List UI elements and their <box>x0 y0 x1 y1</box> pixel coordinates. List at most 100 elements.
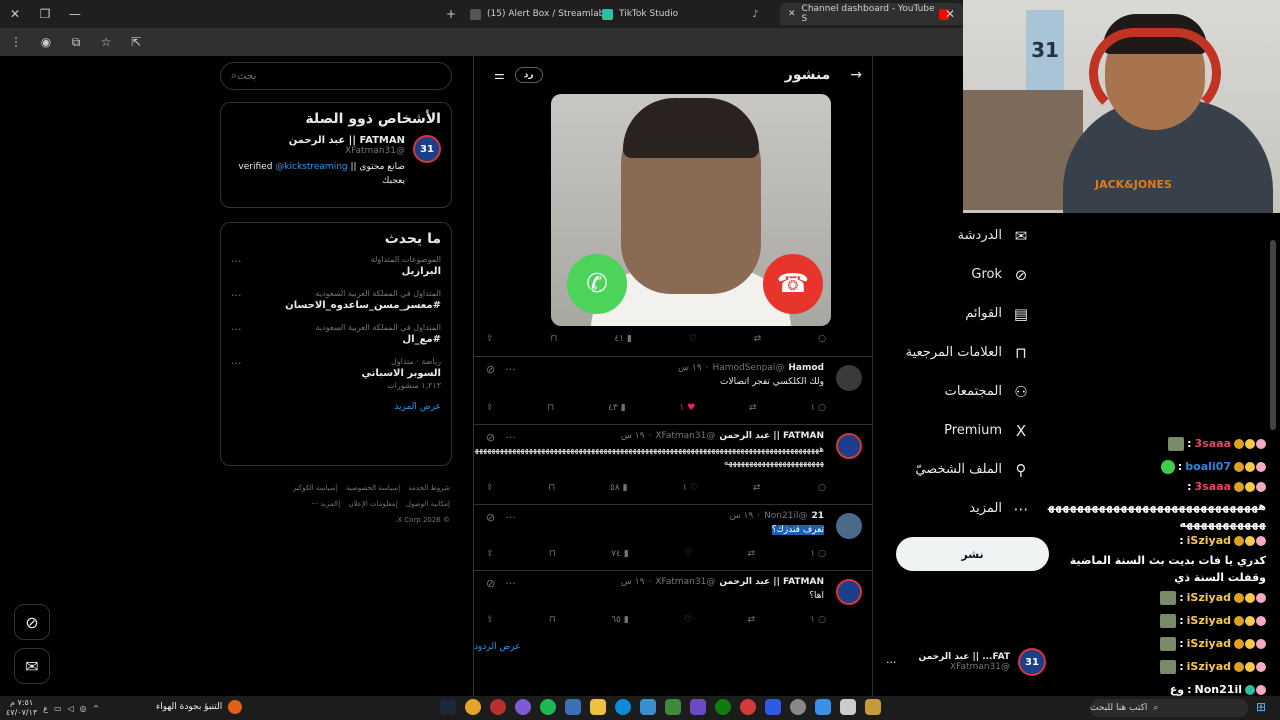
avatar[interactable]: 31 <box>1018 648 1046 676</box>
reply-post[interactable]: FATMAN || عبد الرحمن @XFatman31 · ١٩ س ه… <box>474 424 872 504</box>
xbox-icon[interactable] <box>715 699 731 715</box>
views-icon[interactable]: ▮ ٤١ <box>614 334 632 344</box>
obs-icon[interactable] <box>490 699 506 715</box>
network-icon[interactable]: ◎ <box>80 704 87 713</box>
nav-grok[interactable]: ⊘ Grok <box>900 255 1050 294</box>
windows-start-icon[interactable]: ⊞ <box>1256 700 1272 716</box>
star-icon[interactable]: ☆ <box>98 35 114 49</box>
reply-icon[interactable]: ○ ١ <box>810 549 826 559</box>
app-icon[interactable] <box>815 699 831 715</box>
tab-streamlabs[interactable]: (15) Alert Box / Streamlabs <box>470 3 609 25</box>
edge-icon[interactable] <box>615 699 631 715</box>
system-tray[interactable]: ٧:٥١ م ٤٧/٠٧/١٣ ع ▭ ◁ ◎ ^ <box>6 696 99 720</box>
scrollbar[interactable] <box>1270 240 1276 430</box>
settings-icon[interactable] <box>790 699 806 715</box>
retweet-icon[interactable]: ⇄ <box>754 334 762 344</box>
app-icon[interactable] <box>515 699 531 715</box>
more-icon[interactable]: ··· <box>886 656 897 669</box>
clock-date[interactable]: ٤٧/٠٧/١٣ <box>6 708 37 718</box>
trend-item[interactable]: رياضة · متداول السوبر الاسباني ١,٢١٣ منش… <box>231 357 441 390</box>
related-person[interactable]: 31 FATMAN || عبد الرحمن @XFatman31 صانع … <box>231 135 441 188</box>
person-name[interactable]: FATMAN || عبد الرحمن <box>238 135 405 146</box>
app-icon[interactable] <box>690 699 706 715</box>
bookmark-icon[interactable]: ⊓ <box>547 403 554 413</box>
grok-icon[interactable]: ⊘ <box>486 511 495 524</box>
nav-lists[interactable]: ▤ القوائم <box>900 294 1050 333</box>
tab-tiktok[interactable]: TikTok Studio ♪ <box>602 3 759 25</box>
close-tab-icon[interactable]: ✕ <box>788 9 796 19</box>
chrome-icon[interactable] <box>465 699 481 715</box>
retweet-icon[interactable]: ⇄ <box>747 615 755 625</box>
account-switcher[interactable]: 31 FAT... || عبد الرحمن @XFatman31 ··· <box>886 648 1046 676</box>
battery-icon[interactable]: ▭ <box>54 704 62 713</box>
reply-icon[interactable]: ○ ١ <box>810 615 826 625</box>
nav-chat[interactable]: ✉ الدردشة <box>900 216 1050 255</box>
post-image[interactable]: ✆ ☎ <box>551 94 831 326</box>
retweet-icon[interactable]: ⇄ <box>749 403 757 413</box>
share-icon[interactable]: ⇪ <box>486 615 494 625</box>
like-icon[interactable]: ♡ <box>684 615 692 625</box>
app-icon[interactable] <box>740 699 756 715</box>
files-icon[interactable] <box>840 699 856 715</box>
avatar[interactable]: 31 <box>413 135 441 163</box>
bookmark-icon[interactable]: ⊓ <box>550 334 557 344</box>
weather-widget[interactable]: التنبؤ بجودة الهواء <box>156 700 243 714</box>
share-icon[interactable]: ⇪ <box>486 483 494 493</box>
grok-icon[interactable]: ⊘ <box>486 431 495 444</box>
reply-button[interactable]: رد <box>514 67 543 83</box>
reply-icon[interactable]: ○ <box>818 334 826 344</box>
bookmark-icon[interactable]: ⊓ <box>549 615 556 625</box>
reply-post[interactable]: FATMAN || عبد الرحمن @XFatman31 · ١٩ س ا… <box>474 570 872 638</box>
spotify-icon[interactable] <box>540 699 556 715</box>
reply-icon[interactable]: ○ <box>815 483 826 493</box>
views-icon[interactable]: ▮ ٥٨ <box>610 483 628 493</box>
avatar[interactable] <box>836 579 862 605</box>
taskbar-search[interactable]: ⌕ اكتب هنا للبحث <box>1090 699 1248 717</box>
more-icon[interactable]: ··· <box>505 511 516 524</box>
like-icon[interactable]: ♡ <box>684 549 692 559</box>
avatar[interactable] <box>836 365 862 391</box>
vscode-icon[interactable] <box>640 699 656 715</box>
share-icon[interactable]: ⇪ <box>486 549 494 559</box>
avatar[interactable] <box>836 433 862 459</box>
volume-icon[interactable]: ◁ <box>68 704 74 713</box>
show-more-link[interactable]: عرض المزيد <box>231 402 441 412</box>
new-tab-icon[interactable]: + <box>436 0 466 28</box>
close-tab-icon[interactable]: ✕ <box>935 0 965 28</box>
views-icon[interactable]: ▮ ٧٤ <box>611 549 629 559</box>
chevron-up-icon[interactable]: ^ <box>93 704 100 713</box>
show-replies-link[interactable]: عرض الردود <box>474 642 521 652</box>
search-box[interactable]: ⌕ بحث <box>220 62 452 90</box>
app-icon[interactable] <box>865 699 881 715</box>
language-icon[interactable]: ع <box>43 704 48 713</box>
grok-icon[interactable]: ⊘ <box>486 577 495 590</box>
more-icon[interactable]: ··· <box>505 363 516 376</box>
views-icon[interactable]: ▮ ٤٣ <box>608 403 626 413</box>
reply-post[interactable]: 21 @Non21il · ١٩ س تعرف قندزك؟ ··· ⊘ ○ ١ … <box>474 504 872 570</box>
retweet-icon[interactable]: ⇄ <box>753 483 761 493</box>
minimize-window-icon[interactable]: — <box>60 0 90 28</box>
nav-more[interactable]: ⋯ المزيد <box>900 489 1050 528</box>
app-icon[interactable] <box>765 699 781 715</box>
nav-communities[interactable]: ⚇ المجتمعات <box>900 372 1050 411</box>
folder-icon[interactable] <box>590 699 606 715</box>
more-icon[interactable]: ··· <box>231 255 242 268</box>
steam-icon[interactable] <box>440 699 456 715</box>
reply-icon[interactable]: ○ ١ <box>810 403 826 413</box>
nav-premium[interactable]: X Premium <box>900 411 1050 450</box>
nav-profile[interactable]: ⚲ الملف الشخصيّ <box>900 450 1050 489</box>
profile-icon[interactable]: ◉ <box>38 35 54 49</box>
search-input[interactable]: بحث <box>237 71 441 82</box>
retweet-icon[interactable]: ⇄ <box>747 549 755 559</box>
clock-time[interactable]: ٧:٥١ م <box>6 698 37 708</box>
views-icon[interactable]: ▮ ٦٥ <box>611 615 629 625</box>
share-icon[interactable]: ⇱ <box>128 35 144 49</box>
extensions-icon[interactable]: ⧉ <box>68 35 84 50</box>
trend-item[interactable]: المتداول في المملكة العربية السعودية #مع… <box>231 289 441 311</box>
bio-link[interactable]: @kickstreaming <box>275 162 347 172</box>
like-icon[interactable]: ♡ <box>689 334 697 344</box>
messages-float-icon[interactable]: ✉ <box>14 648 50 684</box>
steam-app-icon[interactable] <box>565 699 581 715</box>
restore-window-icon[interactable]: ❐ <box>30 0 60 28</box>
avatar[interactable] <box>836 513 862 539</box>
